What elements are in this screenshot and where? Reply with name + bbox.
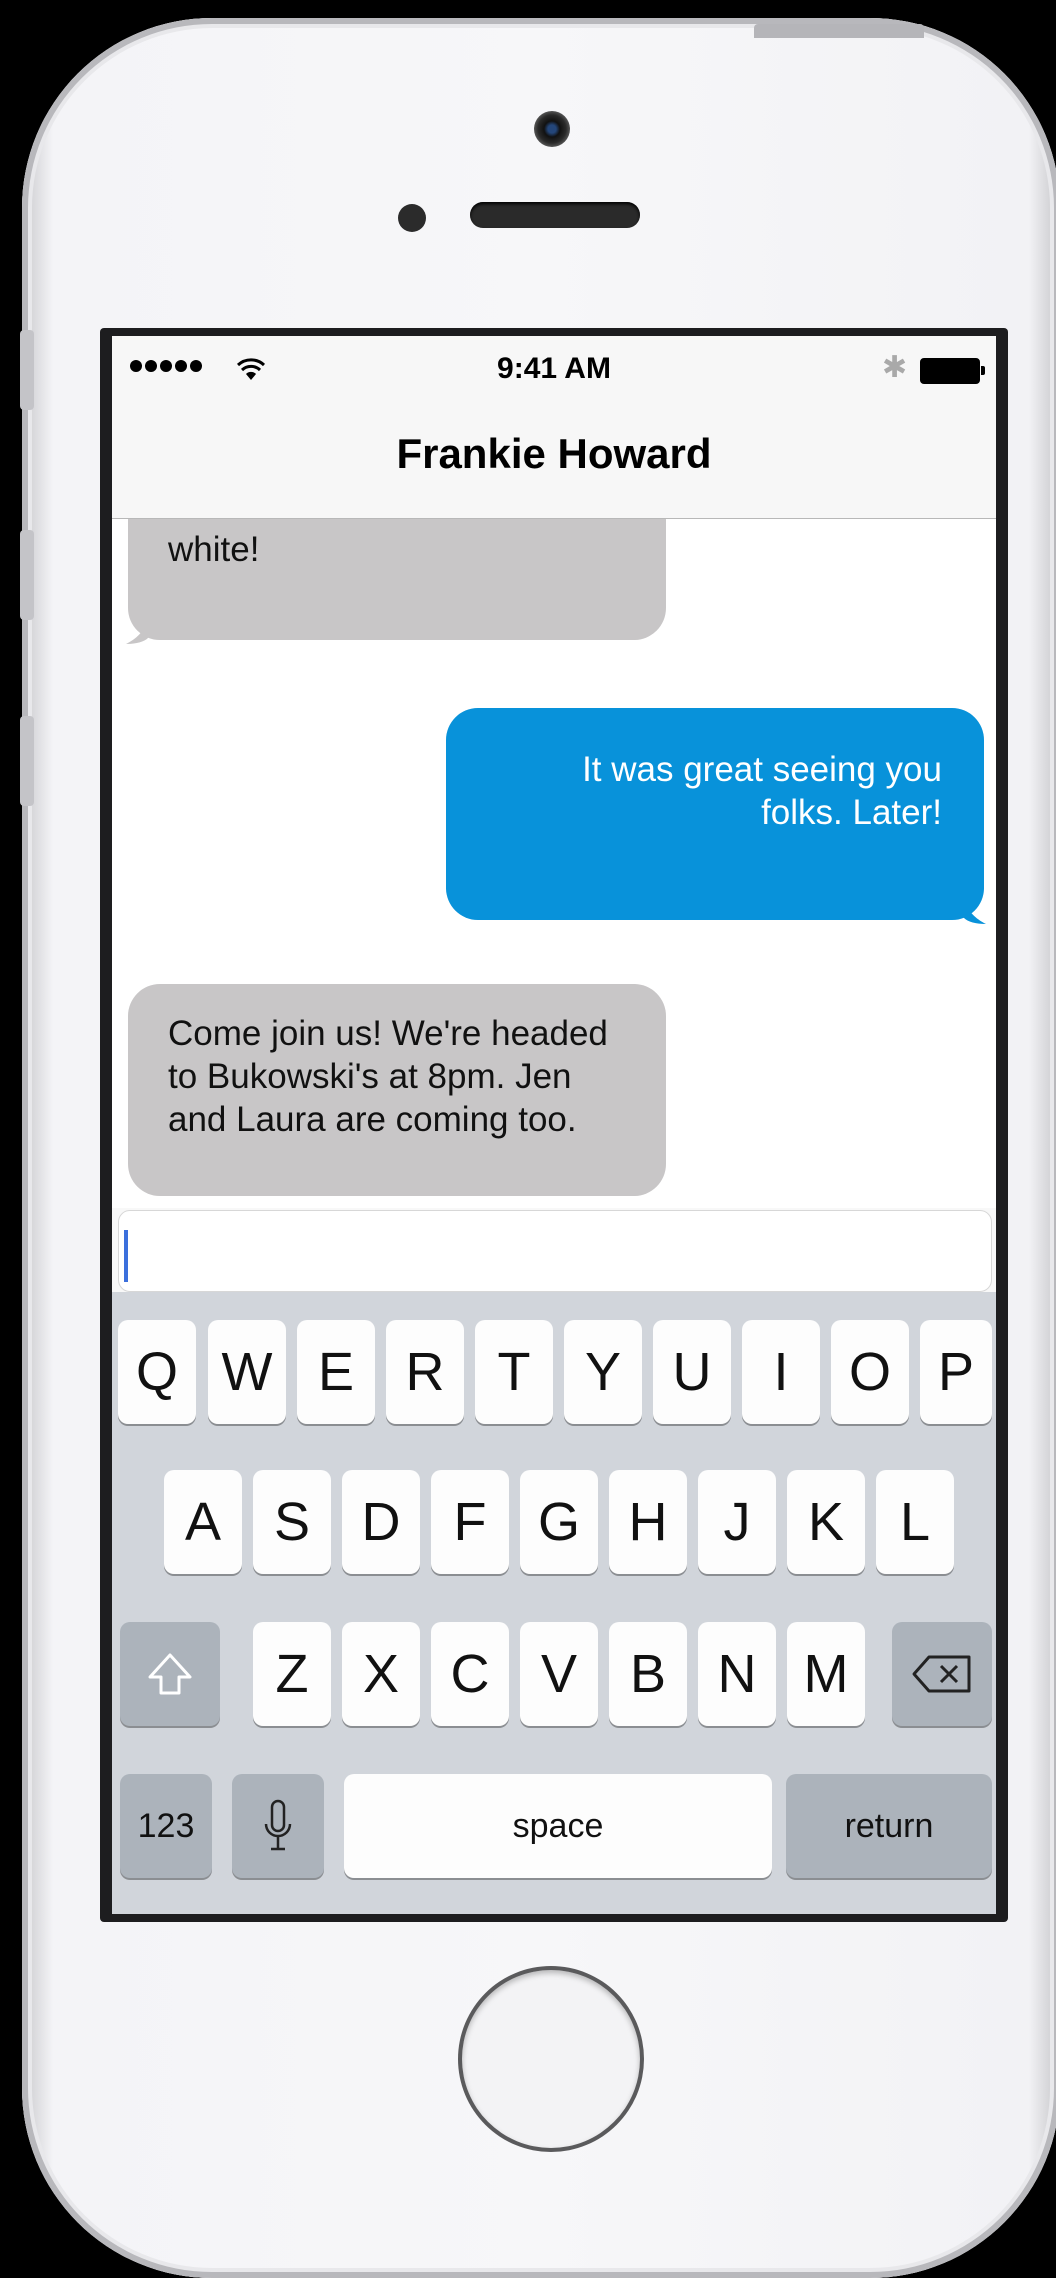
key-f[interactable]: F bbox=[431, 1470, 509, 1574]
key-y[interactable]: Y bbox=[564, 1320, 642, 1424]
key-i[interactable]: I bbox=[742, 1320, 820, 1424]
text-cursor bbox=[124, 1230, 128, 1282]
navigation-bar: 9:41 AM ✱ Frankie Howard bbox=[112, 336, 996, 519]
message-text: It was great seeing you folks. Later! bbox=[582, 750, 942, 832]
key-r[interactable]: R bbox=[386, 1320, 464, 1424]
space-key[interactable]: space bbox=[344, 1774, 772, 1878]
contact-name-title: Frankie Howard bbox=[396, 430, 712, 477]
message-text: Come join us! We're headed to Bukowski's… bbox=[168, 1014, 608, 1139]
power-button bbox=[754, 24, 924, 38]
key-o[interactable]: O bbox=[831, 1320, 909, 1424]
key-a[interactable]: A bbox=[164, 1470, 242, 1574]
key-b[interactable]: B bbox=[609, 1622, 687, 1726]
dictation-key[interactable] bbox=[232, 1774, 324, 1878]
key-t[interactable]: T bbox=[475, 1320, 553, 1424]
key-s[interactable]: S bbox=[253, 1470, 331, 1574]
volume-down-button bbox=[20, 716, 34, 806]
front-camera bbox=[534, 111, 570, 147]
shift-icon bbox=[148, 1653, 192, 1695]
key-j[interactable]: J bbox=[698, 1470, 776, 1574]
compose-bar bbox=[112, 1208, 996, 1292]
message-input[interactable] bbox=[118, 1210, 992, 1292]
delete-icon bbox=[912, 1655, 971, 1693]
key-k[interactable]: K bbox=[787, 1470, 865, 1574]
message-text: white! bbox=[168, 530, 260, 569]
message-bubble-outgoing[interactable]: It was great seeing you folks. Later! bbox=[446, 708, 986, 924]
key-g[interactable]: G bbox=[520, 1470, 598, 1574]
home-button[interactable] bbox=[462, 1970, 640, 2148]
status-bar: 9:41 AM ✱ bbox=[112, 336, 996, 400]
delete-key[interactable] bbox=[892, 1622, 992, 1726]
return-key[interactable]: return bbox=[786, 1774, 992, 1878]
messages-screen: white! It was great seeing you folks. La… bbox=[112, 336, 996, 1914]
key-z[interactable]: Z bbox=[253, 1622, 331, 1726]
message-bubble-incoming[interactable]: Come join us! We're headed to Bukowski's… bbox=[128, 984, 666, 1196]
key-w[interactable]: W bbox=[208, 1320, 286, 1424]
key-h[interactable]: H bbox=[609, 1470, 687, 1574]
volume-up-button bbox=[20, 530, 34, 620]
bubble-tail bbox=[964, 902, 986, 924]
key-l[interactable]: L bbox=[876, 1470, 954, 1574]
key-d[interactable]: D bbox=[342, 1470, 420, 1574]
battery-icon bbox=[920, 358, 985, 384]
proximity-sensor bbox=[398, 204, 426, 232]
earpiece-speaker bbox=[470, 202, 640, 228]
keyboard: Q W E R T Y U I O P A S D F G H J K L Z … bbox=[112, 1292, 996, 1914]
bluetooth-icon: ✱ bbox=[882, 351, 908, 384]
key-q[interactable]: Q bbox=[118, 1320, 196, 1424]
key-e[interactable]: E bbox=[297, 1320, 375, 1424]
key-m[interactable]: M bbox=[787, 1622, 865, 1726]
key-p[interactable]: P bbox=[920, 1320, 992, 1424]
key-u[interactable]: U bbox=[653, 1320, 731, 1424]
key-n[interactable]: N bbox=[698, 1622, 776, 1726]
shift-key[interactable] bbox=[120, 1622, 220, 1726]
numbers-key[interactable]: 123 bbox=[120, 1774, 212, 1878]
key-c[interactable]: C bbox=[431, 1622, 509, 1726]
key-x[interactable]: X bbox=[342, 1622, 420, 1726]
mute-switch bbox=[20, 330, 34, 410]
status-time: 9:41 AM bbox=[497, 352, 611, 385]
microphone-icon bbox=[264, 1799, 292, 1851]
bubble-tail bbox=[126, 622, 148, 644]
key-v[interactable]: V bbox=[520, 1622, 598, 1726]
